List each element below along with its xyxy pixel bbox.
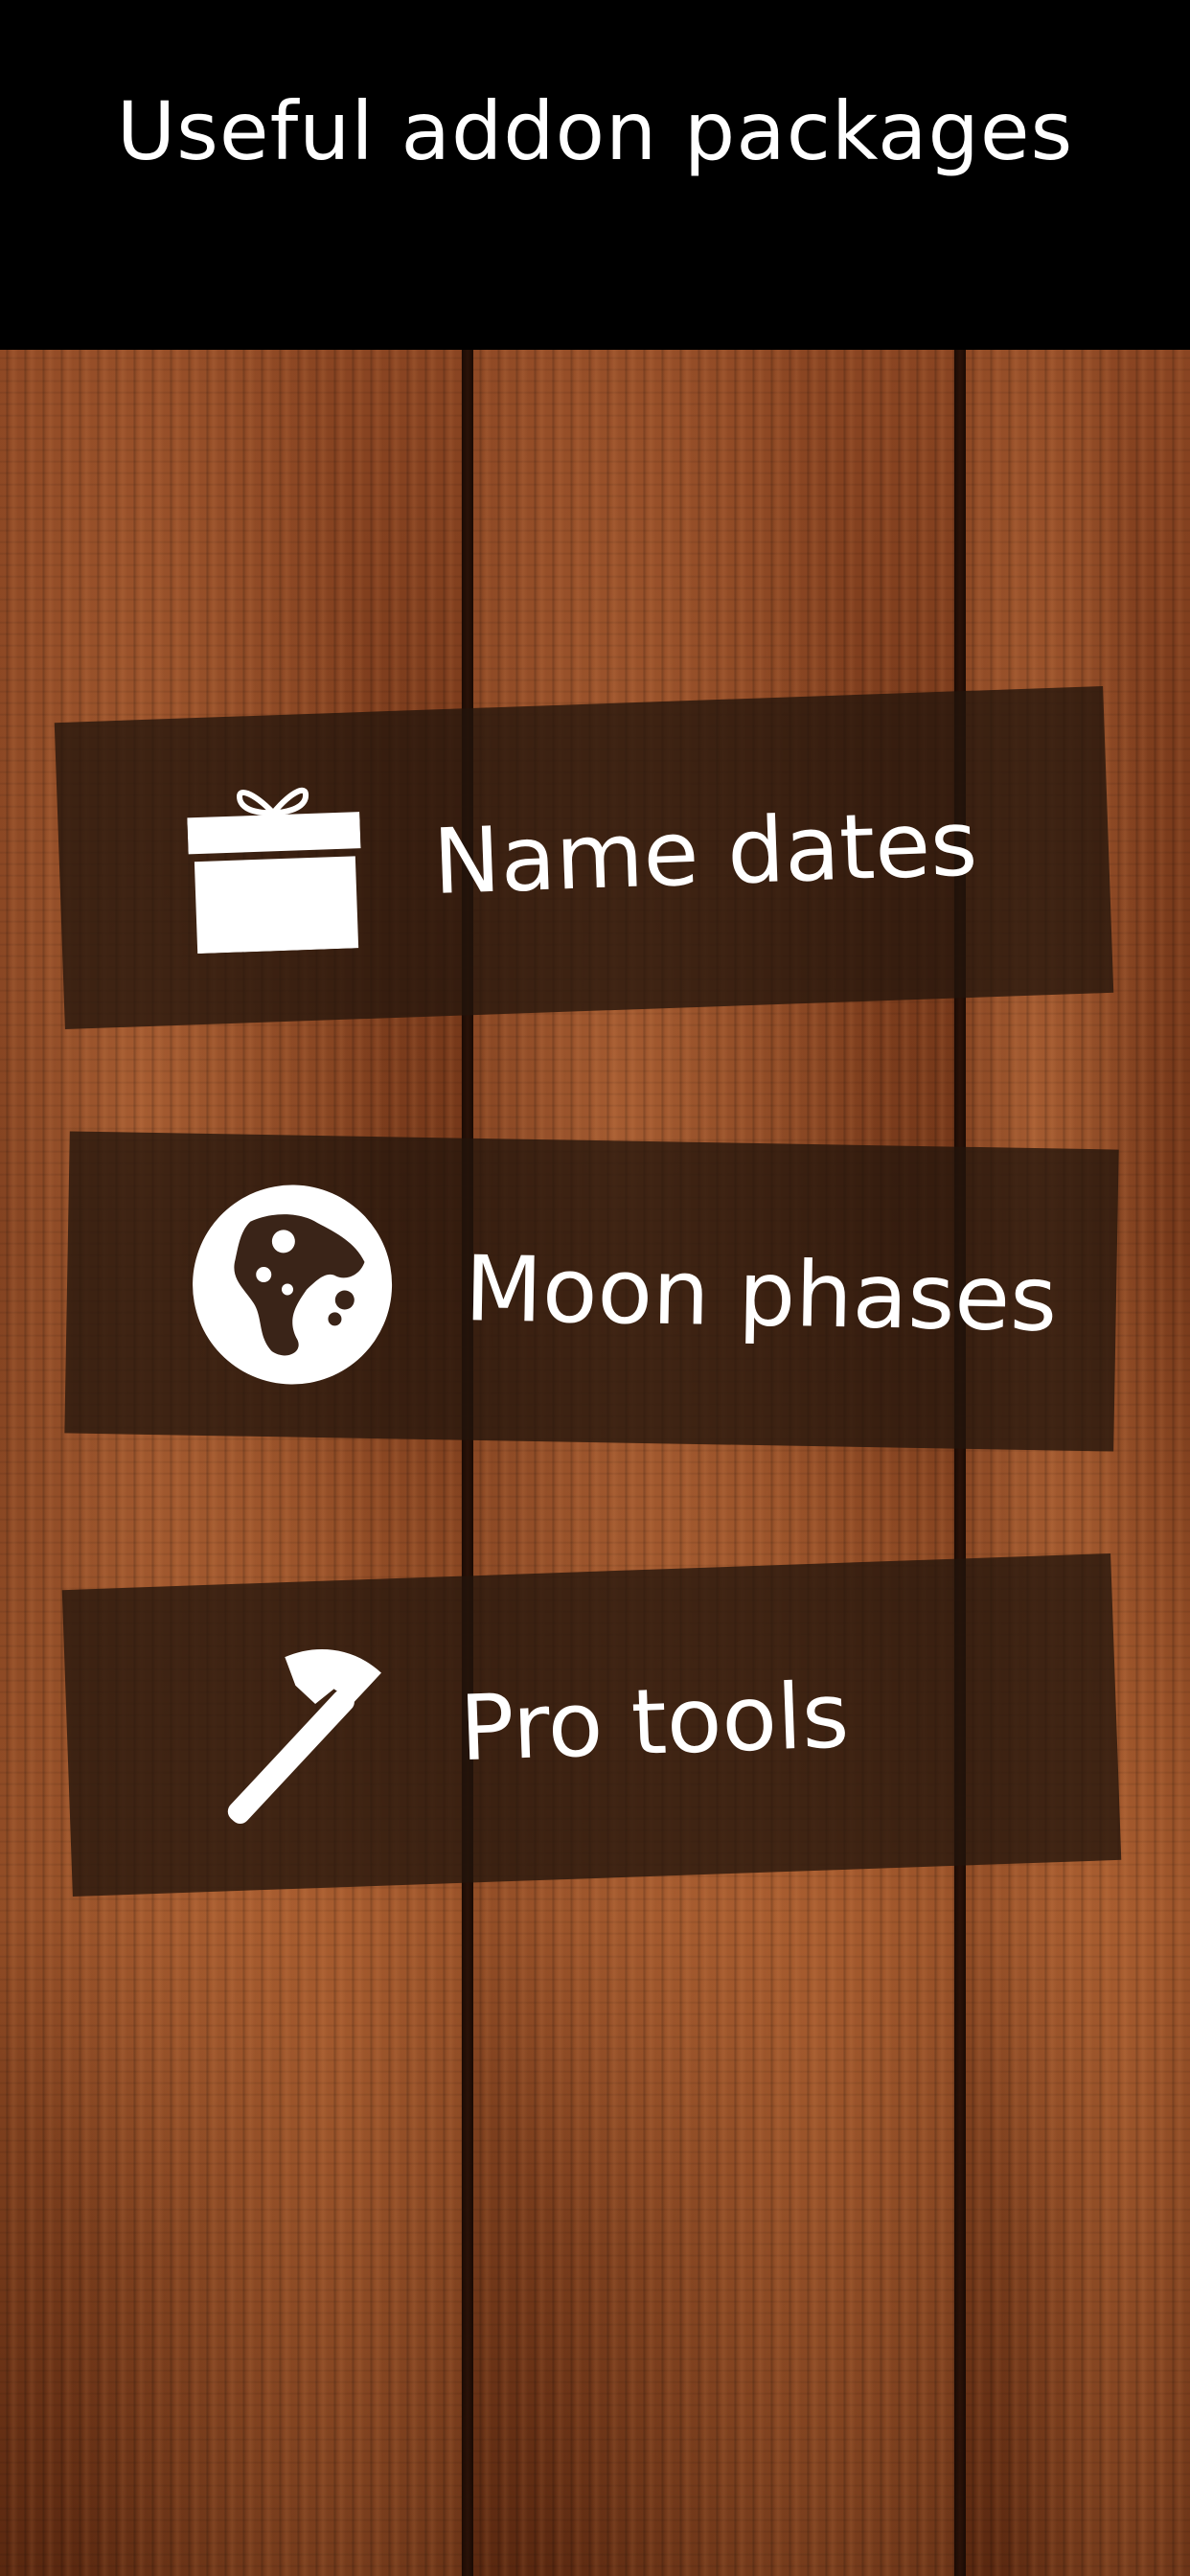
plank-seam [462, 350, 473, 2576]
addon-label-name-dates: Name dates [431, 792, 979, 915]
wood-background [0, 350, 1190, 2576]
wood-plank [966, 350, 1190, 2576]
moon-icon [190, 1182, 395, 1391]
wood-plank [0, 350, 462, 2576]
addon-item-pro-tools[interactable]: Pro tools [61, 1552, 1122, 1898]
header-bar: Useful addon packages [0, 0, 1190, 350]
addon-label-moon-phases: Moon phases [464, 1236, 1059, 1352]
addon-item-name-dates[interactable]: Name dates [54, 685, 1114, 1030]
page-title: Useful addon packages [116, 84, 1074, 178]
hammer-icon [198, 1634, 397, 1836]
addon-item-moon-phases[interactable]: Moon phases [64, 1131, 1119, 1452]
plank-seam [954, 350, 966, 2576]
wood-plank [473, 350, 954, 2576]
gift-icon [186, 779, 364, 957]
addon-label-pro-tools: Pro tools [458, 1664, 851, 1782]
